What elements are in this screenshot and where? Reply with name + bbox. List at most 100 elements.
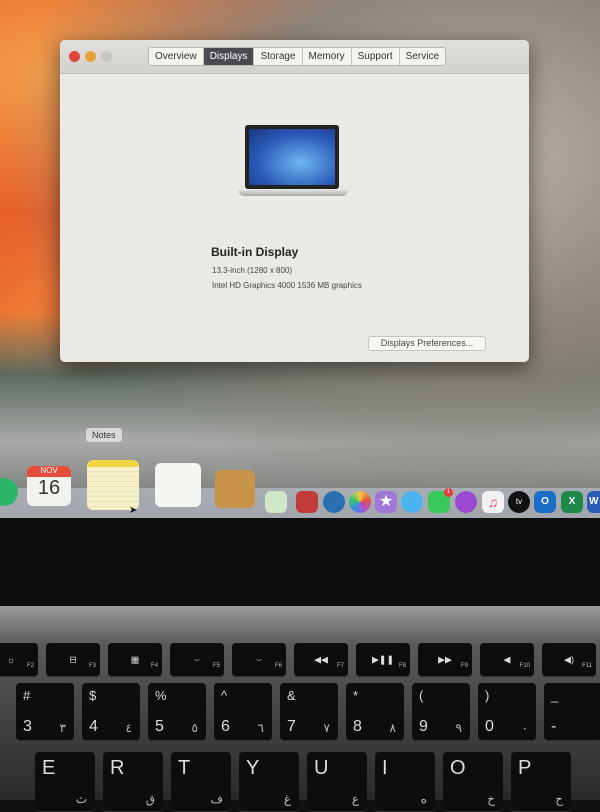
maps-icon[interactable] (265, 491, 287, 513)
function-key-icon: ⊟ (69, 654, 77, 665)
quicktime-icon[interactable] (323, 491, 345, 513)
word-icon[interactable]: W (587, 491, 600, 513)
key-r[interactable]: Rق (103, 752, 163, 812)
key-label: & (287, 688, 296, 703)
key-label: ٦ (257, 721, 264, 735)
photos-icon[interactable] (349, 491, 371, 513)
notes-icon[interactable] (87, 460, 139, 510)
contacts-icon[interactable] (215, 470, 255, 508)
excel-icon[interactable]: X (561, 491, 583, 513)
key-y[interactable]: Yغ (239, 752, 299, 812)
function-key-f11[interactable]: ◀) F11 (542, 643, 596, 677)
calendar-icon[interactable]: NOV 16 (27, 466, 71, 506)
key-7[interactable]: & 7 ٧ (280, 683, 338, 741)
mouse-cursor: ➤ (129, 505, 138, 516)
key-label: E (42, 757, 56, 779)
key-label: F5 (212, 663, 220, 669)
zoom-button[interactable] (101, 51, 112, 62)
function-key-f3[interactable]: ⊟ F3 (46, 643, 100, 677)
minimize-button[interactable] (85, 51, 96, 62)
facetime-icon[interactable]: 1 (428, 488, 453, 513)
key-label: U (314, 757, 329, 779)
screen-bezel (0, 518, 600, 606)
key-o[interactable]: Oخ (443, 752, 503, 812)
podcasts-icon[interactable] (455, 491, 477, 513)
key-label: F11 (582, 663, 592, 669)
key-label: ق (145, 792, 155, 806)
function-key-f4[interactable]: ▦ F4 (108, 643, 162, 677)
key-label: # (23, 688, 31, 703)
key-u[interactable]: Uع (307, 752, 367, 812)
dock-tooltip: Notes (86, 428, 122, 442)
key-label: Y (246, 757, 260, 779)
key-e[interactable]: Eث (35, 752, 95, 812)
key-label: 9 (419, 718, 428, 735)
macbook-display-image (245, 125, 339, 189)
key-label: 0 (485, 718, 494, 735)
tab-memory[interactable]: Memory (303, 48, 352, 65)
key-p[interactable]: Pح (511, 752, 571, 812)
tab-support[interactable]: Support (352, 48, 400, 65)
key-label: 3 (23, 718, 32, 735)
key-label: ه (420, 792, 427, 806)
graphics-info: Intel HD Graphics 4000 1536 MB graphics (212, 281, 362, 290)
key--[interactable]: _ - (544, 683, 600, 741)
tab-overview[interactable]: Overview (149, 48, 204, 65)
key-5[interactable]: % 5 ٥ (148, 683, 206, 741)
function-key-f7[interactable]: ◀◀ F7 (294, 643, 348, 677)
key-i[interactable]: Iه (375, 752, 435, 812)
key-label: R (110, 757, 125, 779)
key-label: ٩ (455, 721, 462, 735)
key-label: F2 (26, 663, 34, 669)
macbook-base-image (238, 190, 348, 196)
function-key-f6[interactable]: ⌣ F6 (232, 643, 286, 677)
function-key-icon: ▦ (130, 654, 140, 665)
tab-service[interactable]: Service (400, 48, 445, 65)
photo-booth-icon[interactable] (296, 491, 318, 513)
key-label: F9 (460, 663, 468, 669)
function-key-f5[interactable]: ⌣ F5 (170, 643, 224, 677)
key-3[interactable]: #3 ٣ (16, 683, 74, 741)
key-t[interactable]: Tف (171, 752, 231, 812)
key-label: $ (89, 688, 97, 703)
messages-icon[interactable] (401, 491, 423, 513)
tab-storage[interactable]: Storage (254, 48, 303, 65)
displays-preferences-button[interactable]: Displays Preferences... (368, 336, 486, 351)
key-label: 4 (89, 718, 98, 735)
key-label: F7 (336, 663, 344, 669)
key-8[interactable]: * 8 ٨ (346, 683, 404, 741)
key-label: غ (283, 792, 291, 806)
close-button[interactable] (69, 51, 80, 62)
key-label: - (551, 718, 557, 735)
key-label: ٠ (521, 721, 528, 735)
key-label: ^ (221, 688, 228, 703)
apple-tv-icon[interactable]: tv (508, 491, 530, 513)
key-label: ٣ (59, 721, 66, 735)
tab-displays[interactable]: Displays (203, 48, 255, 65)
key-9[interactable]: (9 ٩ (412, 683, 470, 741)
key-6[interactable]: ^ 6 ٦ (214, 683, 272, 741)
key-label: I (382, 757, 388, 779)
key-label: ) (485, 688, 490, 703)
calendar-month: NOV (27, 466, 71, 477)
key-0[interactable]: ) 0 ٠ (478, 683, 536, 741)
title-bar: Overview Displays Storage Memory Support… (60, 40, 529, 74)
key-label: F6 (274, 663, 282, 669)
key-label: ٤ (125, 721, 132, 735)
outlook-icon[interactable]: O (534, 491, 556, 513)
music-icon[interactable]: ♫ (482, 491, 504, 513)
function-key-icon: ▶❚❚ (371, 654, 395, 665)
key-label: P (518, 757, 532, 779)
key-label: _ (551, 688, 559, 703)
about-this-mac-window: Overview Displays Storage Memory Support… (60, 40, 529, 362)
function-key-f8[interactable]: ▶❚❚ F8 (356, 643, 410, 677)
function-key-f10[interactable]: ◀ F10 (480, 643, 534, 677)
screen: Overview Displays Storage Memory Support… (0, 0, 600, 520)
key-4[interactable]: $4 ٤ (82, 683, 140, 741)
imovie-icon[interactable]: ★ (375, 491, 397, 513)
function-key-f2[interactable]: ☼ F2 (0, 643, 38, 677)
key-label: ٥ (191, 721, 198, 735)
reminders-icon[interactable] (155, 463, 201, 507)
function-key-f9[interactable]: ▶▶ F9 (418, 643, 472, 677)
calendar-day: 16 (37, 477, 61, 499)
